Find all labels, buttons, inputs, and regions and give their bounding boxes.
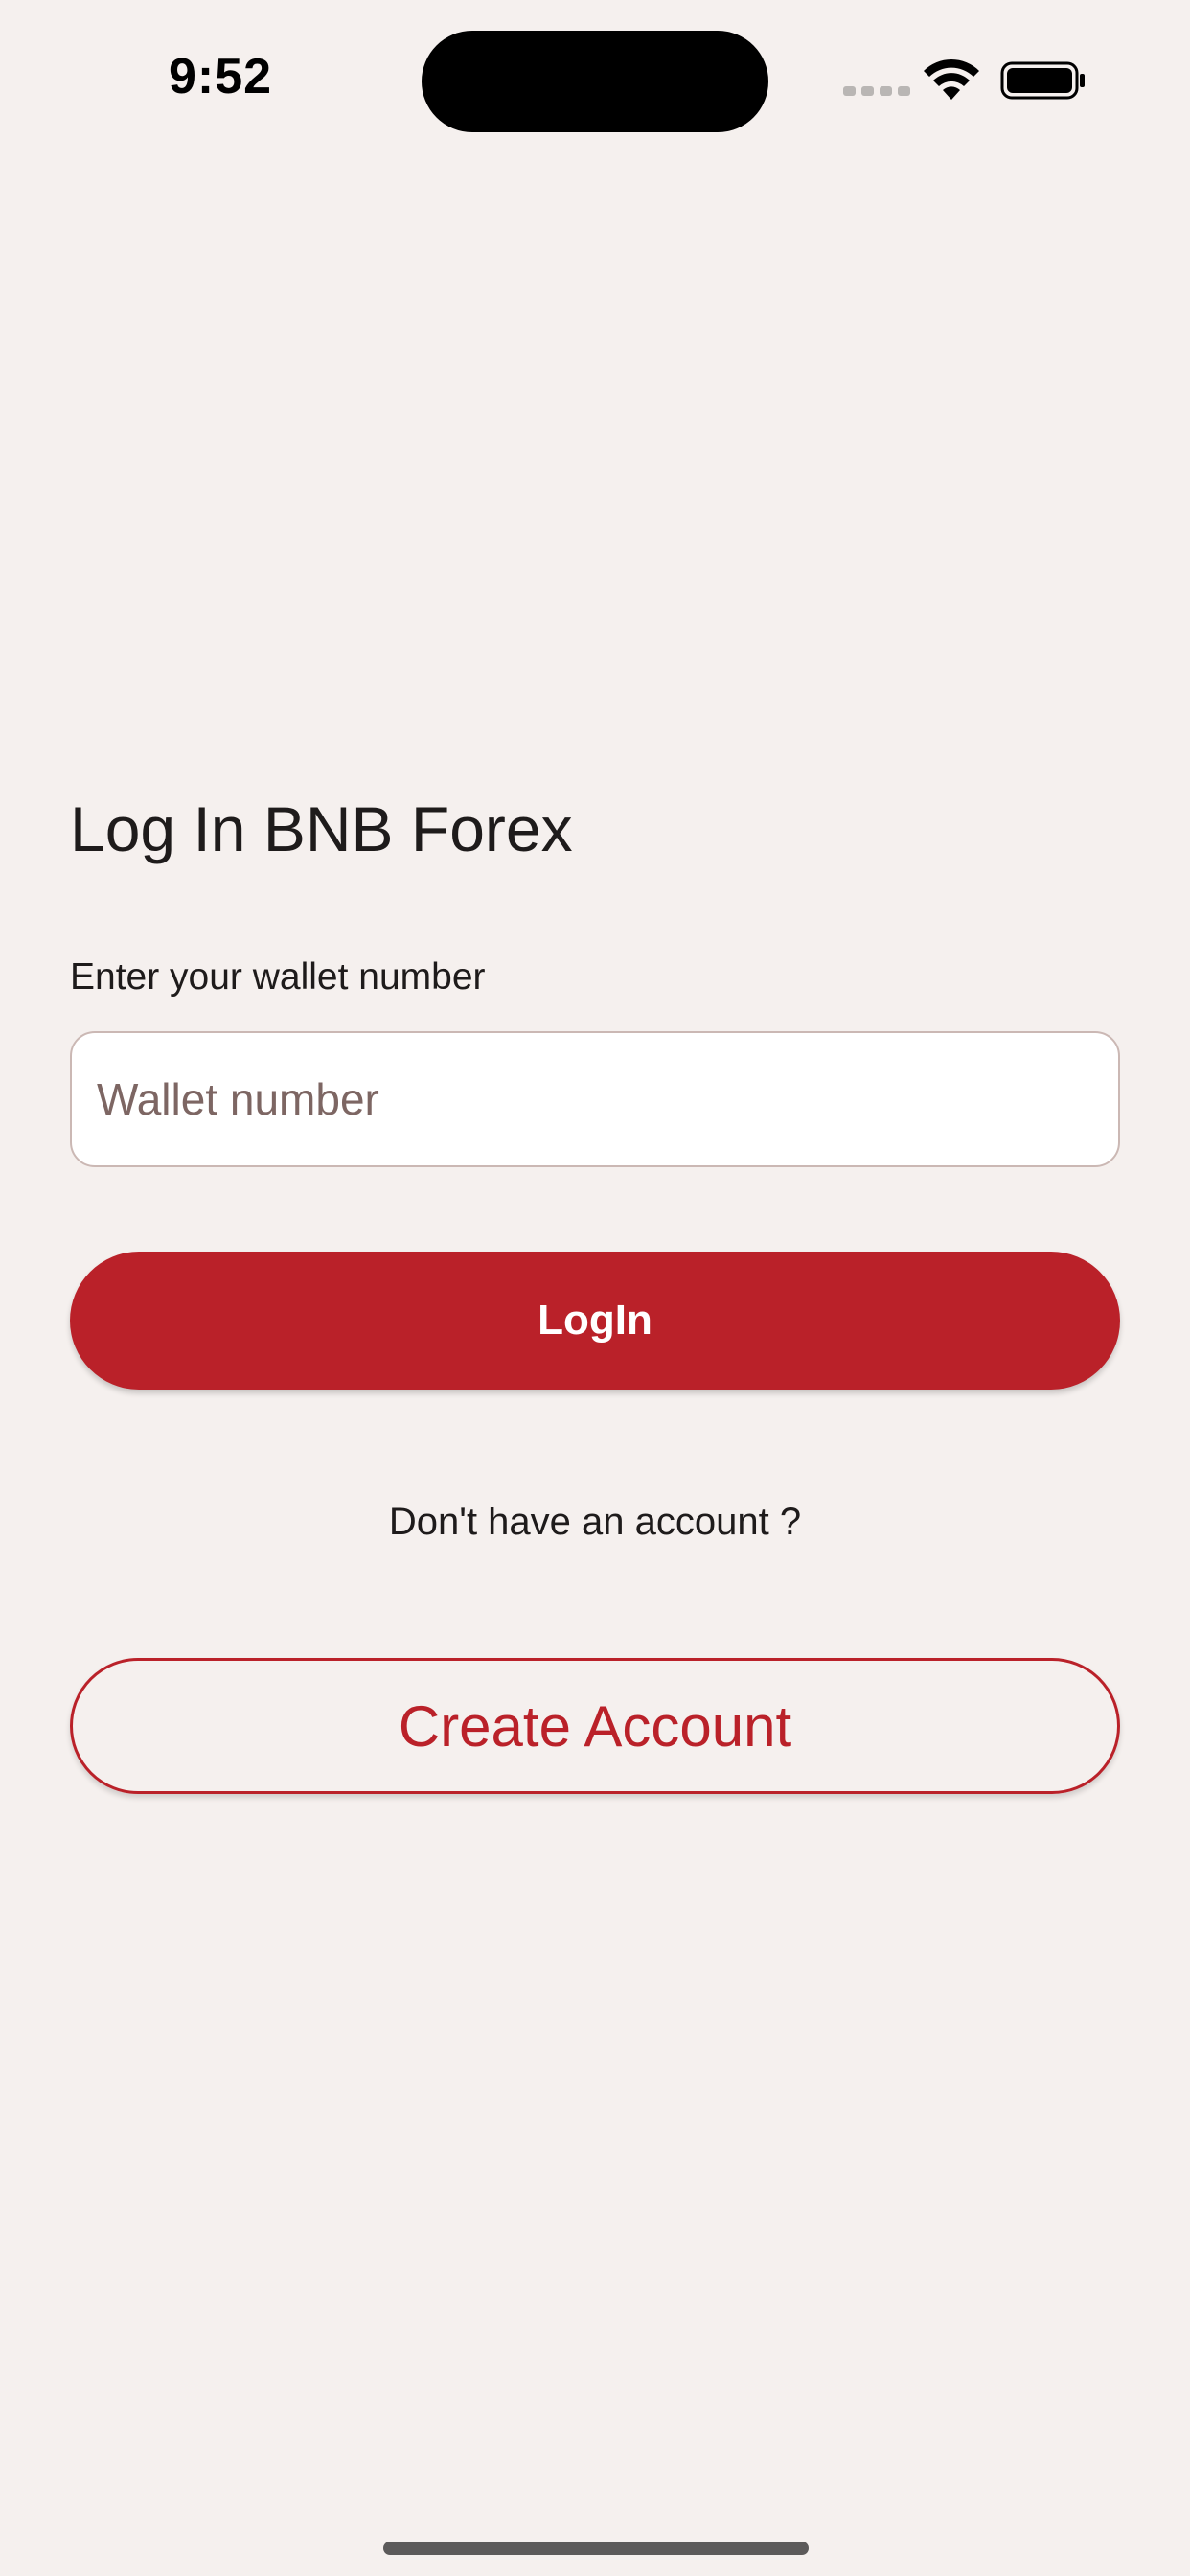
- battery-icon: [1000, 61, 1085, 100]
- status-time: 9:52: [169, 49, 273, 104]
- wifi-icon: [924, 58, 979, 100]
- create-account-button[interactable]: Create Account: [70, 1658, 1120, 1794]
- signal-dots-icon: [843, 86, 910, 96]
- dynamic-island: [422, 31, 768, 132]
- login-button[interactable]: LogIn: [70, 1252, 1120, 1390]
- home-indicator: [383, 2542, 809, 2555]
- no-account-prompt: Don't have an account ?: [388, 1501, 802, 1543]
- page-title: Log In BNB Forex: [70, 794, 573, 864]
- wallet-field-label: Enter your wallet number: [70, 956, 486, 998]
- status-bar: 9:52: [0, 0, 1190, 163]
- wallet-number-input[interactable]: [70, 1031, 1120, 1167]
